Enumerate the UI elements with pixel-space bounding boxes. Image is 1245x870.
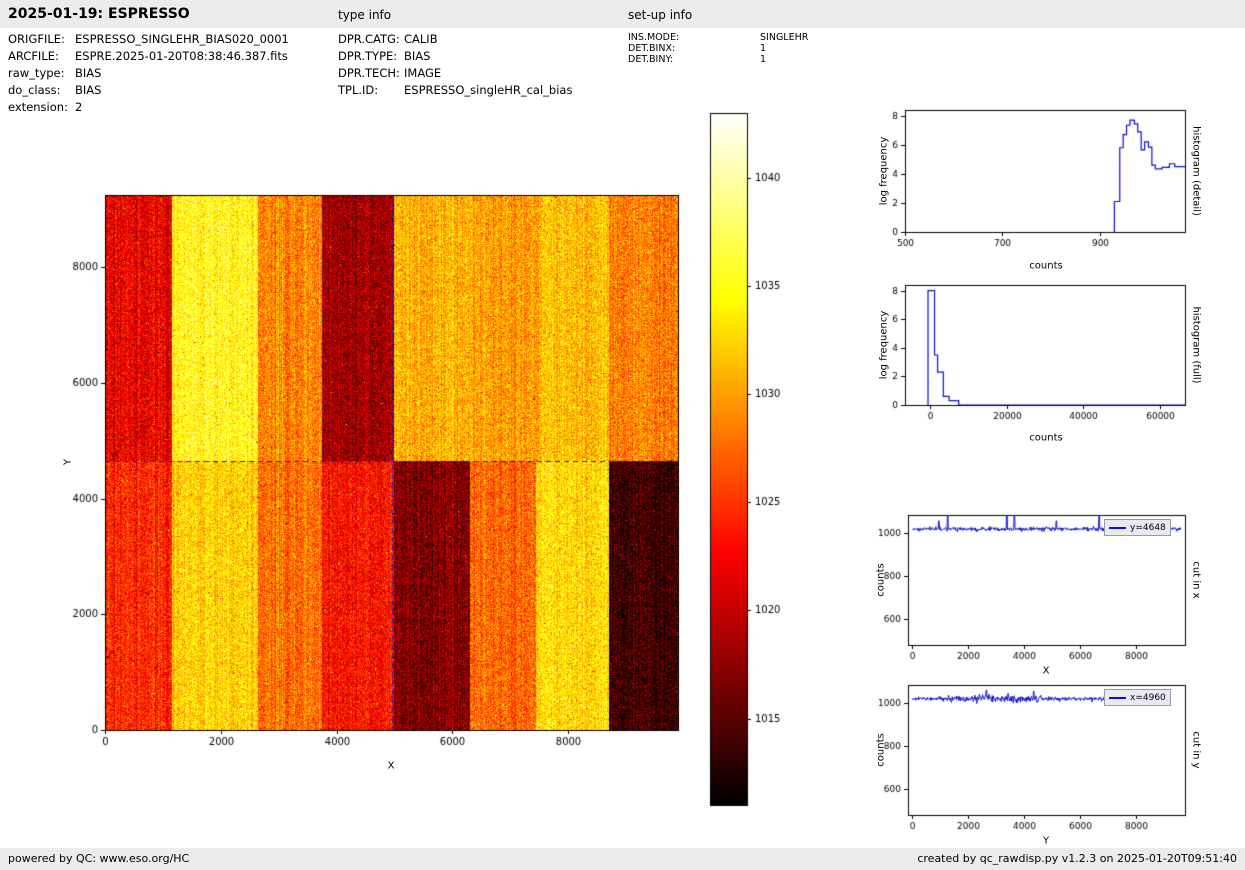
cut-in-y-side-label: cut in y: [1191, 731, 1202, 768]
dpr-catg-value: CALIB: [404, 32, 438, 46]
cut-in-x-side-label: cut in x: [1191, 561, 1202, 598]
det-biny-value: 1: [760, 54, 766, 65]
footer-created-by: created by qc_rawdisp.py v1.2.3 on 2025-…: [917, 852, 1237, 865]
meta-row-ins-mode: INS.MODE:SINGLEHR: [628, 32, 808, 43]
cut-in-x-legend: y=4648: [1104, 519, 1171, 536]
setup-metadata: INS.MODE:SINGLEHR DET.BINX:1 DET.BINY:1: [628, 32, 808, 65]
tpl-id-value: ESPRESSO_singleHR_cal_bias: [404, 83, 572, 97]
colorbar: [705, 105, 790, 817]
histogram-full-side-label: histogram (full): [1191, 306, 1202, 383]
histogram-full-ylabel: log frequency: [879, 311, 890, 380]
det-binx-value: 1: [760, 43, 766, 54]
histogram-full-plot: [870, 275, 1190, 430]
raw-image-xlabel: X: [388, 761, 395, 772]
tpl-id-label: TPL.ID:: [338, 82, 404, 99]
det-binx-label: DET.BINX:: [628, 43, 760, 54]
meta-row-arcfile: ARCFILE:ESPRE.2025-01-20T08:38:46.387.fi…: [8, 48, 289, 65]
meta-row-det-binx: DET.BINX:1: [628, 43, 808, 54]
setup-info-heading: set-up info: [628, 8, 692, 22]
extension-label: extension:: [8, 99, 75, 116]
footer-bar: powered by QC: www.eso.org/HC created by…: [0, 848, 1245, 870]
dpr-catg-label: DPR.CATG:: [338, 31, 404, 48]
legend-line-icon: [1109, 527, 1126, 529]
dpr-type-label: DPR.TYPE:: [338, 48, 404, 65]
meta-row-extension: extension:2: [8, 99, 289, 116]
meta-row-origfile: ORIGFILE:ESPRESSO_SINGLEHR_BIAS020_0001: [8, 31, 289, 48]
ins-mode-label: INS.MODE:: [628, 32, 760, 43]
meta-row-tpl-id: TPL.ID:ESPRESSO_singleHR_cal_bias: [338, 82, 572, 99]
meta-row-dpr-catg: DPR.CATG:CALIB: [338, 31, 572, 48]
det-biny-label: DET.BINY:: [628, 54, 760, 65]
raw-type-label: raw_type:: [8, 65, 75, 82]
meta-row-dpr-type: DPR.TYPE:BIAS: [338, 48, 572, 65]
origfile-value: ESPRESSO_SINGLEHR_BIAS020_0001: [75, 32, 289, 46]
histogram-full-xlabel: counts: [1029, 433, 1062, 444]
do-class-label: do_class:: [8, 82, 75, 99]
histogram-detail-xlabel: counts: [1029, 261, 1062, 272]
meta-row-dpr-tech: DPR.TECH:IMAGE: [338, 65, 572, 82]
origfile-label: ORIGFILE:: [8, 31, 75, 48]
histogram-detail-side-label: histogram (detail): [1191, 126, 1202, 216]
histogram-detail-plot: [870, 100, 1190, 255]
extension-value: 2: [75, 100, 82, 114]
page: 2025-01-19: ESPRESSO type info set-up in…: [0, 0, 1245, 870]
cut-in-x-legend-label: y=4648: [1130, 523, 1166, 533]
cut-in-x-ylabel: counts: [876, 563, 887, 596]
do-class-value: BIAS: [75, 83, 101, 97]
ins-mode-value: SINGLEHR: [760, 32, 808, 43]
cut-in-y-ylabel: counts: [876, 733, 887, 766]
footer-powered-by: powered by QC: www.eso.org/HC: [8, 852, 189, 865]
file-metadata: ORIGFILE:ESPRESSO_SINGLEHR_BIAS020_0001 …: [8, 31, 289, 116]
dpr-tech-label: DPR.TECH:: [338, 65, 404, 82]
raw-type-value: BIAS: [75, 66, 101, 80]
type-metadata: DPR.CATG:CALIB DPR.TYPE:BIAS DPR.TECH:IM…: [338, 31, 572, 99]
cut-in-y-legend: x=4960: [1104, 689, 1171, 706]
legend-line-icon: [1109, 697, 1126, 699]
arcfile-value: ESPRE.2025-01-20T08:38:46.387.fits: [75, 49, 288, 63]
meta-row-det-biny: DET.BINY:1: [628, 54, 808, 65]
arcfile-label: ARCFILE:: [8, 48, 75, 65]
meta-row-do-class: do_class:BIAS: [8, 82, 289, 99]
page-title: 2025-01-19: ESPRESSO: [8, 6, 190, 22]
cut-in-y-legend-label: x=4960: [1130, 693, 1166, 703]
header-bar: 2025-01-19: ESPRESSO type info set-up in…: [0, 0, 1245, 28]
cut-in-y-xlabel: Y: [1043, 836, 1049, 847]
raw-image-plot: [50, 185, 695, 760]
dpr-tech-value: IMAGE: [404, 66, 441, 80]
raw-image-ylabel: Y: [63, 459, 74, 465]
dpr-type-value: BIAS: [404, 49, 430, 63]
meta-row-raw-type: raw_type:BIAS: [8, 65, 289, 82]
histogram-detail-ylabel: log frequency: [879, 137, 890, 206]
type-info-heading: type info: [338, 8, 391, 22]
